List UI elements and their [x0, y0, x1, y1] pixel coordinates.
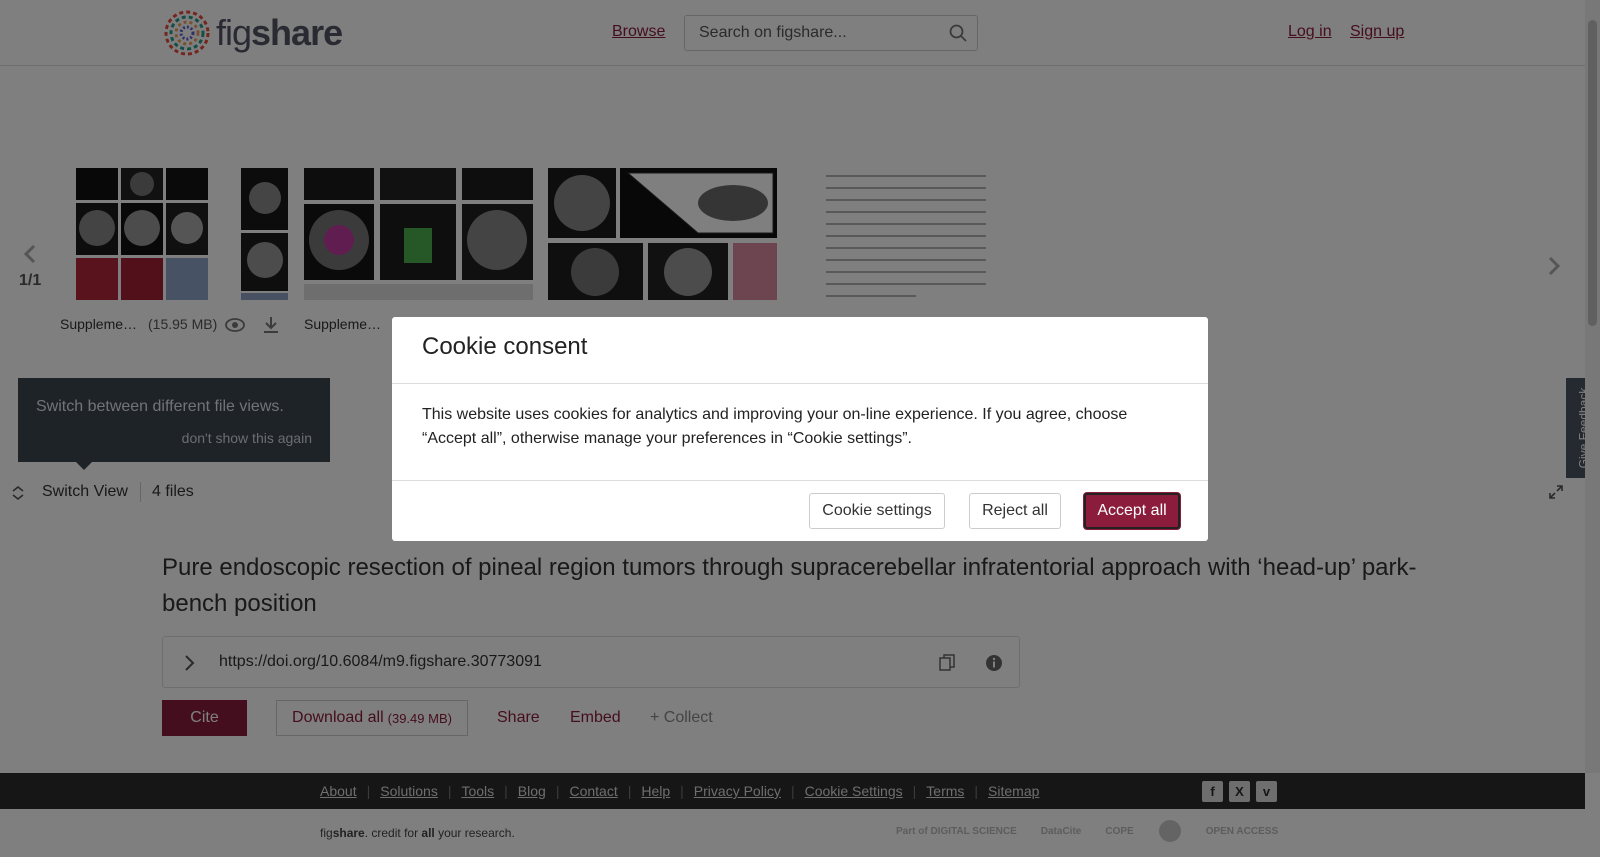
modal-backdrop: Cookie consent This website uses cookies… [0, 0, 1600, 857]
divider [392, 480, 1208, 481]
reject-all-button[interactable]: Reject all [969, 493, 1061, 529]
divider [392, 383, 1208, 384]
dialog-title: Cookie consent [422, 333, 588, 360]
cookie-consent-dialog: Cookie consent This website uses cookies… [392, 317, 1208, 541]
accept-all-button[interactable]: Accept all [1084, 493, 1180, 529]
dialog-body: This website uses cookies for analytics … [422, 406, 1128, 447]
cookie-settings-button[interactable]: Cookie settings [809, 493, 945, 529]
